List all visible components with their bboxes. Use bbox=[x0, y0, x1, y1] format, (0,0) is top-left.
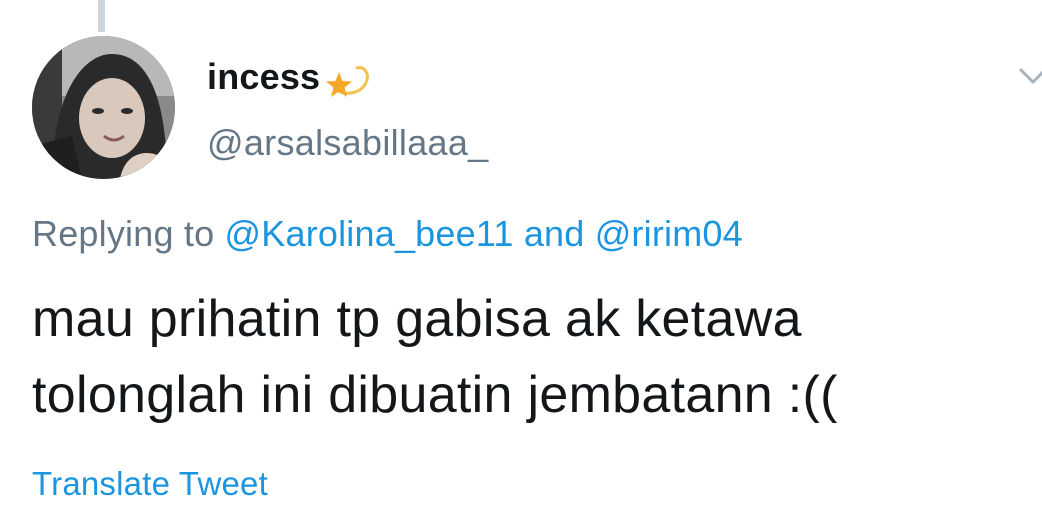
chevron-down-icon[interactable] bbox=[1018, 64, 1042, 88]
mention-link-ririm[interactable]: @ririm04 bbox=[595, 213, 743, 254]
avatar[interactable] bbox=[32, 36, 175, 179]
reply-context: Replying to @Karolina_bee11 and @ririm04 bbox=[32, 213, 743, 255]
avatar-photo bbox=[32, 36, 175, 179]
thread-connector-line bbox=[98, 0, 105, 32]
tweet-body: mau prihatin tp gabisa ak ketawa tolongl… bbox=[32, 281, 838, 433]
author-display-name[interactable]: incess bbox=[207, 56, 320, 98]
author-name-row[interactable]: incess bbox=[207, 55, 371, 99]
translate-tweet-link[interactable]: Translate Tweet bbox=[32, 465, 268, 503]
author-handle[interactable]: @arsalsabillaaa_ bbox=[207, 122, 489, 164]
reply-conjunction: and bbox=[523, 213, 585, 254]
reply-prefix: Replying to bbox=[32, 213, 215, 254]
tweet-text-line: mau prihatin tp gabisa ak ketawa bbox=[32, 290, 802, 348]
shooting-star-emoji-icon bbox=[323, 60, 371, 100]
tweet-text-line: tolonglah ini dibuatin jembatann :(( bbox=[32, 366, 838, 424]
mention-link-karolina[interactable]: @Karolina_bee11 bbox=[225, 213, 514, 254]
